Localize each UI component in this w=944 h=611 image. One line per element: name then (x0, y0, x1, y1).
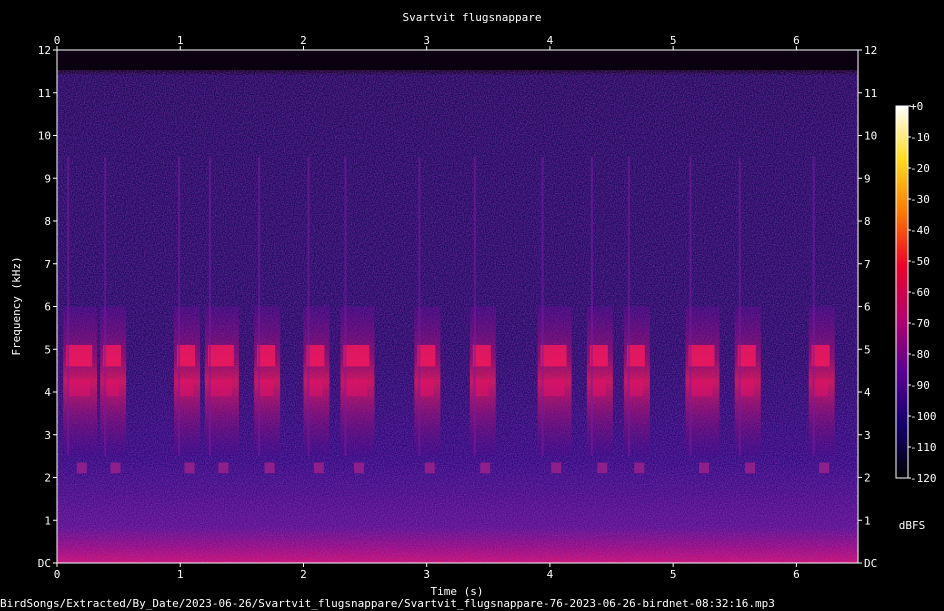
colorbar-tick-label: -70 (910, 317, 930, 330)
x-tick-label-top: 0 (54, 34, 61, 47)
x-tick-label: 3 (423, 568, 430, 581)
x-axis-top: 0 1 2 3 4 5 6 (54, 34, 800, 50)
x-tick-label: 6 (793, 568, 800, 581)
colorbar-tick-label: -100 (910, 410, 937, 423)
x-tick-label-top: 6 (793, 34, 800, 47)
x-tick-label-top: 1 (177, 34, 184, 47)
y-tick-label-right: 3 (864, 429, 871, 442)
spectrogram-chart: Svartvit flugsnappare 0123456 0123456 DC… (0, 11, 937, 610)
colorbar-tick-label: -90 (910, 379, 930, 392)
y-axis-left: DC123456789101112 (38, 44, 57, 570)
x-tick-label-top: 5 (670, 34, 677, 47)
y-tick-label: 5 (44, 343, 51, 356)
y-tick-label-right: 2 (864, 472, 871, 485)
y-tick-label: 1 (44, 514, 51, 527)
y-tick-label-right: 9 (864, 172, 871, 185)
y-tick-label: 11 (38, 87, 51, 100)
colorbar-tick-label: -110 (910, 441, 937, 454)
x-tick-label: 4 (547, 568, 554, 581)
x-tick-label-top: 3 (423, 34, 430, 47)
y-tick-label-right: 12 (864, 44, 877, 57)
colorbar-tick-label: -50 (910, 255, 930, 268)
colorbar-ticks: +0 -10 -20 -30 -40 -50 -60 -70 -80 -90 -100 -110 -12… (908, 100, 937, 485)
x-axis-bottom: 0 1 2 3 4 5 6 (54, 563, 800, 581)
y-tick-label: 10 (38, 130, 51, 143)
colorbar-tick-label: -80 (910, 348, 930, 361)
colorbar-tick-label: -20 (910, 162, 930, 175)
y-tick-label-right: 11 (864, 87, 877, 100)
x-tick-label: 0 (54, 568, 61, 581)
colorbar: +0 -10 -20 -30 -40 -50 -60 -70 -80 -90 -100 -110 -12… (895, 100, 937, 532)
colorbar-label: dBFS (899, 519, 926, 532)
colorbar-tick-label: -30 (910, 193, 930, 206)
file-path: BirdSongs/Extracted/By_Date/2023-06-26/S… (0, 597, 775, 610)
y-tick-label: 6 (44, 301, 51, 314)
y-tick-label-right: 5 (864, 343, 871, 356)
y-axis-label: Frequency (kHz) (10, 256, 23, 355)
y-tick-label-right: DC (864, 557, 877, 570)
y-tick-label: DC (38, 557, 51, 570)
y-tick-label-right: 4 (864, 386, 871, 399)
chart-title: Svartvit flugsnappare (402, 11, 541, 24)
y-tick-label-right: 8 (864, 215, 871, 228)
colorbar-tick-label: -60 (910, 286, 930, 299)
y-tick-label-right: 10 (864, 130, 877, 143)
x-tick-label: 1 (177, 568, 184, 581)
colorbar-tick-label: -40 (910, 224, 930, 237)
plot-area (57, 50, 858, 563)
x-tick-label-top: 4 (547, 34, 554, 47)
y-tick-label: 4 (44, 386, 51, 399)
y-tick-label-right: 6 (864, 301, 871, 314)
x-tick-label-top: 2 (300, 34, 307, 47)
y-tick-label: 3 (44, 429, 51, 442)
y-tick-label: 12 (38, 44, 51, 57)
y-tick-label-right: 1 (864, 514, 871, 527)
y-tick-label: 2 (44, 472, 51, 485)
x-tick-label: 2 (300, 568, 307, 581)
y-tick-label-right: 7 (864, 258, 871, 271)
y-tick-label: 8 (44, 215, 51, 228)
colorbar-tick-label: -10 (910, 131, 930, 144)
y-axis-right: DC123456789101112 (858, 44, 877, 570)
colorbar-tick-label: +0 (910, 100, 923, 113)
colorbar-gradient (895, 105, 909, 479)
x-tick-label: 5 (670, 568, 677, 581)
colorbar-tick-label: -120 (910, 472, 937, 485)
y-tick-label: 9 (44, 172, 51, 185)
y-tick-label: 7 (44, 258, 51, 271)
